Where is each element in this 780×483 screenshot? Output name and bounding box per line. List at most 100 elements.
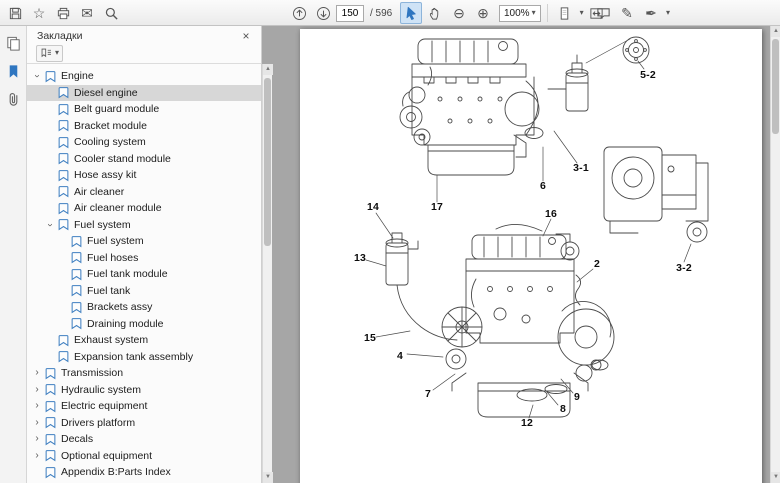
bookmarks-panel-header: Закладки × bbox=[27, 26, 261, 43]
bookmark-item-label: Cooler stand module bbox=[74, 153, 171, 165]
bookmark-item[interactable]: Cooling system bbox=[27, 134, 261, 151]
scroll-up-icon[interactable]: ▲ bbox=[771, 26, 780, 37]
pencil-icon[interactable]: ✎ bbox=[616, 2, 638, 24]
content-scrollbar[interactable]: ▲ ▼ bbox=[770, 26, 780, 483]
bookmark-item-label: Fuel tank module bbox=[87, 268, 168, 280]
bookmark-item-label: Fuel tank bbox=[87, 285, 130, 297]
bookmark-item[interactable]: Fuel hoses bbox=[27, 250, 261, 267]
bookmark-item-label: Engine bbox=[61, 70, 94, 82]
hand-tool-icon[interactable] bbox=[424, 2, 446, 24]
bookmark-tree: EngineDiesel engineBelt guard moduleBrac… bbox=[27, 64, 261, 481]
attachments-icon[interactable] bbox=[3, 89, 24, 110]
bookmark-item[interactable]: Brackets assy bbox=[27, 299, 261, 316]
star-icon[interactable]: ☆ bbox=[28, 2, 50, 24]
previous-page-icon[interactable] bbox=[288, 2, 310, 24]
panel-scrollbar-thumb[interactable] bbox=[264, 78, 271, 246]
part-callout: 5-2 bbox=[640, 69, 656, 81]
bookmark-item[interactable]: Bracket module bbox=[27, 118, 261, 135]
panel-scrollbar[interactable]: ▲ ▼ bbox=[262, 64, 272, 483]
toolbar-page-group: / 596 bbox=[288, 0, 394, 26]
bookmark-item[interactable]: Decals bbox=[27, 431, 261, 448]
bookmark-item-label: Transmission bbox=[61, 367, 123, 379]
part-callout: 14 bbox=[367, 201, 379, 213]
scroll-down-icon[interactable]: ▼ bbox=[263, 472, 273, 483]
bookmark-icon bbox=[70, 235, 83, 248]
scroll-down-icon[interactable]: ▼ bbox=[771, 472, 780, 483]
save-icon[interactable] bbox=[4, 2, 26, 24]
part-callout: 9 bbox=[574, 391, 580, 403]
bookmark-item-label: Exhaust system bbox=[74, 334, 148, 346]
bookmark-item[interactable]: Diesel engine bbox=[27, 85, 261, 102]
bookmark-icon bbox=[44, 400, 57, 413]
page-number-input[interactable] bbox=[336, 5, 364, 22]
next-page-icon[interactable] bbox=[312, 2, 334, 24]
bookmark-item[interactable]: Air cleaner bbox=[27, 184, 261, 201]
chevron-right-icon[interactable] bbox=[31, 451, 43, 461]
zoom-in-icon[interactable]: ⊕ bbox=[472, 2, 494, 24]
chevron-right-icon[interactable] bbox=[31, 434, 43, 444]
bookmark-icon bbox=[44, 383, 57, 396]
bookmark-item[interactable]: Hydraulic system bbox=[27, 382, 261, 399]
content-scrollbar-thumb[interactable] bbox=[772, 39, 779, 134]
page-thumbnails-icon[interactable] bbox=[3, 33, 24, 54]
bookmark-icon bbox=[70, 268, 83, 281]
print-icon[interactable] bbox=[52, 2, 74, 24]
toolbar-separator bbox=[547, 4, 548, 22]
page-count-label: / 596 bbox=[370, 8, 392, 19]
bookmark-item[interactable]: Appendix B:Parts Index bbox=[27, 464, 261, 481]
bookmark-item[interactable]: Exhaust system bbox=[27, 332, 261, 349]
leader-lines bbox=[366, 39, 691, 418]
bookmarks-panel-icon[interactable] bbox=[3, 61, 24, 82]
part-callout: 6 bbox=[540, 180, 546, 192]
sign-pen-icon[interactable]: ✒ bbox=[640, 2, 662, 24]
bookmark-icon bbox=[57, 334, 70, 347]
toolbar-comment-group: ✎ ✒ ▾ bbox=[592, 0, 670, 26]
bookmark-options-button[interactable]: ▾ bbox=[36, 45, 63, 62]
email-icon[interactable]: ✉ bbox=[76, 2, 98, 24]
comment-icon[interactable] bbox=[592, 2, 614, 24]
chevron-down-icon[interactable] bbox=[31, 71, 43, 81]
chevron-right-icon[interactable] bbox=[31, 418, 43, 428]
bookmark-item[interactable]: Expansion tank assembly bbox=[27, 349, 261, 366]
bookmark-item[interactable]: Optional equipment bbox=[27, 448, 261, 465]
page-display-icon[interactable] bbox=[554, 2, 576, 24]
chevron-down-icon: ▾ bbox=[532, 9, 536, 17]
chevron-right-icon[interactable] bbox=[31, 385, 43, 395]
zoom-level-value: 100% bbox=[504, 8, 530, 19]
bookmark-item[interactable]: Hose assy kit bbox=[27, 167, 261, 184]
bookmark-item[interactable]: Cooler stand module bbox=[27, 151, 261, 168]
part-callout: 16 bbox=[545, 208, 557, 220]
part-callout: 15 bbox=[364, 332, 376, 344]
bookmark-item[interactable]: Electric equipment bbox=[27, 398, 261, 415]
bookmark-item[interactable]: Transmission bbox=[27, 365, 261, 382]
part-callout: 8 bbox=[560, 403, 566, 415]
bookmark-item[interactable]: Fuel system bbox=[27, 217, 261, 234]
search-icon[interactable] bbox=[100, 2, 122, 24]
bookmark-item[interactable]: Draining module bbox=[27, 316, 261, 333]
close-icon[interactable]: × bbox=[239, 29, 253, 43]
part-callout: 17 bbox=[431, 201, 443, 213]
scroll-up-icon[interactable]: ▲ bbox=[263, 64, 273, 75]
document-page: 5-23-161714161323-215479812 bbox=[300, 29, 762, 483]
bookmark-item-label: Expansion tank assembly bbox=[74, 351, 193, 363]
engine-top-view bbox=[400, 39, 543, 175]
bookmarks-panel-toolbar: ▾ bbox=[27, 43, 261, 64]
bookmark-item[interactable]: Fuel tank module bbox=[27, 266, 261, 283]
part-callout: 2 bbox=[594, 258, 600, 270]
bookmark-item[interactable]: Belt guard module bbox=[27, 101, 261, 118]
bookmark-icon bbox=[57, 218, 70, 231]
chevron-down-icon[interactable] bbox=[44, 220, 56, 230]
zoom-out-icon[interactable]: ⊖ bbox=[448, 2, 470, 24]
bookmark-item[interactable]: Fuel tank bbox=[27, 283, 261, 300]
bookmark-item[interactable]: Air cleaner module bbox=[27, 200, 261, 217]
chevron-right-icon[interactable] bbox=[31, 401, 43, 411]
chevron-down-icon[interactable]: ▾ bbox=[666, 9, 670, 17]
chevron-down-icon[interactable]: ▾ bbox=[580, 9, 584, 17]
select-tool-icon[interactable] bbox=[400, 2, 422, 24]
bookmark-icon bbox=[57, 152, 70, 165]
bookmark-item[interactable]: Drivers platform bbox=[27, 415, 261, 432]
zoom-level-select[interactable]: 100% ▾ bbox=[499, 5, 541, 22]
bookmark-item[interactable]: Engine bbox=[27, 68, 261, 85]
bookmark-item[interactable]: Fuel system bbox=[27, 233, 261, 250]
chevron-right-icon[interactable] bbox=[31, 368, 43, 378]
